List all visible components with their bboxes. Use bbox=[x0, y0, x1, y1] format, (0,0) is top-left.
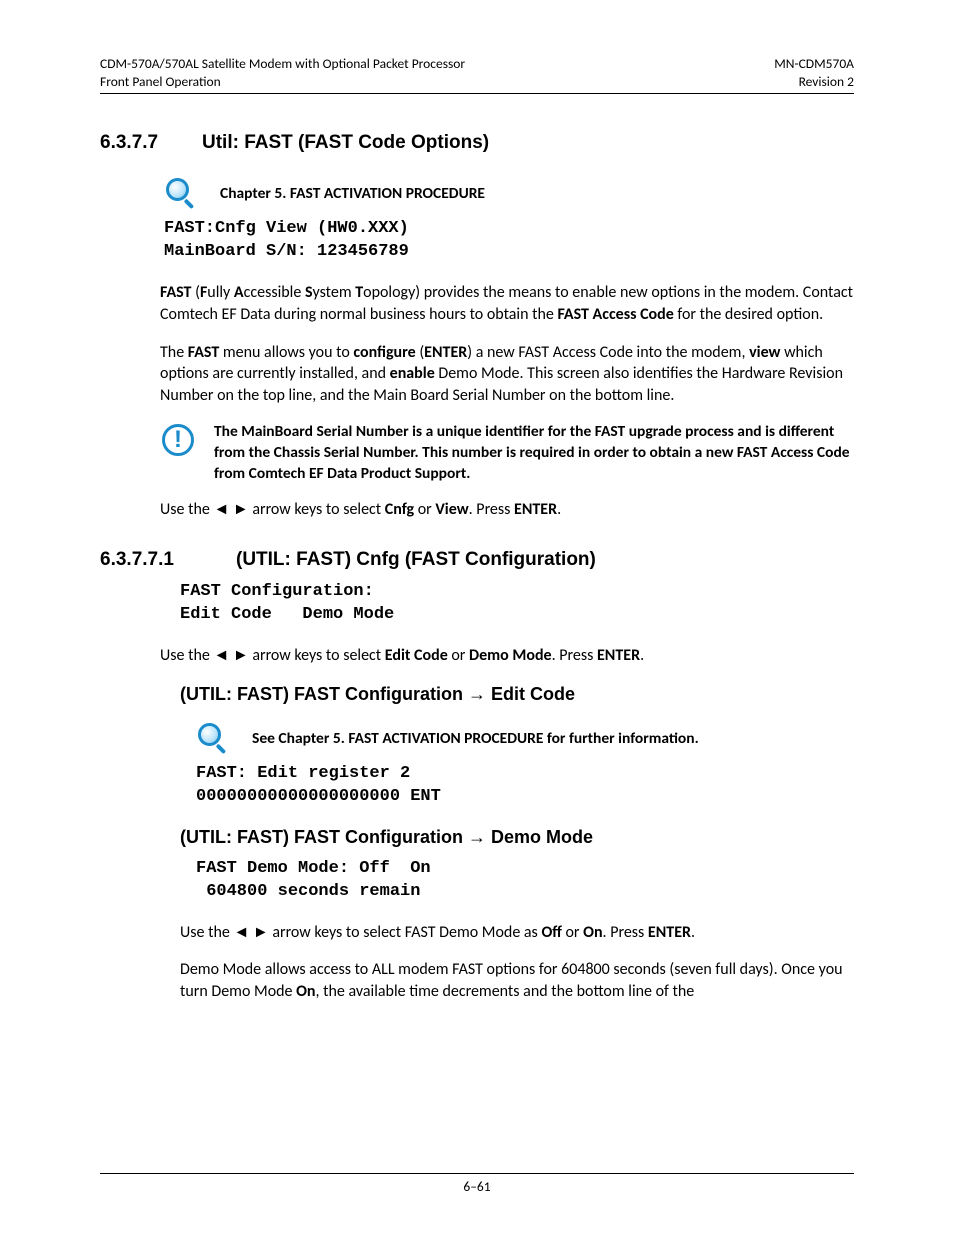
text: ) a new FAST Access Code into the modem, bbox=[467, 343, 749, 362]
para-use-arrows-demo: Use the ◄ ► arrow keys to select FAST De… bbox=[180, 922, 854, 944]
magnifier-icon bbox=[196, 721, 230, 755]
bold: Off bbox=[541, 923, 561, 942]
bold: view bbox=[749, 343, 780, 362]
bold: Demo Mode bbox=[469, 646, 552, 665]
text: Use the ◄ ► arrow keys to select bbox=[160, 646, 385, 665]
page-number: 6–61 bbox=[463, 1178, 490, 1195]
header-right: MN-CDM570A Revision 2 bbox=[774, 55, 854, 91]
bold: On bbox=[296, 982, 315, 1001]
note-chapter5-text: Chapter 5. FAST ACTIVATION PROCEDURE bbox=[220, 184, 485, 203]
heading-edit-code: (UTIL: FAST) FAST Configuration → Edit C… bbox=[180, 684, 854, 705]
text: . Press bbox=[603, 923, 648, 942]
lcd-demo-mode: FAST Demo Mode: Off On 604800 seconds re… bbox=[196, 858, 854, 904]
page-footer: 6–61 bbox=[100, 1173, 854, 1195]
para-fast-acronym: FAST (Fully Accessible System Topology) … bbox=[160, 282, 854, 325]
header-doc-id: MN-CDM570A bbox=[774, 55, 854, 73]
bold-text: FAST bbox=[160, 283, 191, 302]
para-use-arrows-edit: Use the ◄ ► arrow keys to select Edit Co… bbox=[160, 645, 854, 667]
text: ccessible bbox=[244, 283, 305, 302]
text: ystem bbox=[313, 283, 356, 302]
page: CDM-570A/570AL Satellite Modem with Opti… bbox=[0, 0, 954, 1235]
text: . bbox=[557, 500, 561, 519]
lcd-fast-configuration: FAST Configuration: Edit Code Demo Mode bbox=[180, 581, 854, 627]
header-revision: Revision 2 bbox=[774, 73, 854, 91]
text: ( bbox=[416, 343, 424, 362]
header-section: Front Panel Operation bbox=[100, 73, 465, 91]
page-header: CDM-570A/570AL Satellite Modem with Opti… bbox=[100, 55, 854, 94]
subsection-heading-cnfg: 6.3.7.7.1 (UTIL: FAST) Cnfg (FAST Config… bbox=[100, 549, 854, 571]
text: ( bbox=[191, 283, 199, 302]
text: . bbox=[691, 923, 695, 942]
bold-text: FAST Access Code bbox=[557, 305, 673, 324]
header-left: CDM-570A/570AL Satellite Modem with Opti… bbox=[100, 55, 465, 91]
note-see-chapter5-text: See Chapter 5. FAST ACTIVATION PROCEDURE… bbox=[252, 729, 699, 748]
note-see-chapter5: See Chapter 5. FAST ACTIVATION PROCEDURE… bbox=[196, 721, 854, 755]
text: . Press bbox=[469, 500, 514, 519]
bold: FAST bbox=[188, 343, 219, 362]
alert-mainboard: The MainBoard Serial Number is a unique … bbox=[160, 422, 854, 485]
note-chapter5: Chapter 5. FAST ACTIVATION PROCEDURE bbox=[164, 176, 854, 210]
bold: On bbox=[583, 923, 602, 942]
bold: ENTER bbox=[424, 343, 467, 362]
para-fast-menu: The FAST menu allows you to configure (E… bbox=[160, 342, 854, 407]
bold: enable bbox=[390, 364, 435, 383]
heading-demo-mode: (UTIL: FAST) FAST Configuration → Demo M… bbox=[180, 827, 854, 848]
subsection-number: 6.3.7.7.1 bbox=[100, 549, 200, 571]
header-product: CDM-570A/570AL Satellite Modem with Opti… bbox=[100, 55, 465, 73]
text: The bbox=[160, 343, 188, 362]
bold: ENTER bbox=[514, 500, 557, 519]
section-heading-fast: 6.3.7.7 Util: FAST (FAST Code Options) bbox=[100, 132, 854, 154]
bold: ENTER bbox=[597, 646, 640, 665]
text: , the available time decrements and the … bbox=[316, 982, 695, 1001]
text: Use the ◄ ► arrow keys to select FAST De… bbox=[180, 923, 541, 942]
bold-text: T bbox=[355, 283, 363, 302]
text: for the desired option. bbox=[674, 305, 823, 324]
text: or bbox=[414, 500, 435, 519]
para-demo-desc: Demo Mode allows access to ALL modem FAS… bbox=[180, 959, 854, 1002]
bold: Edit Code bbox=[385, 646, 448, 665]
text: . Press bbox=[552, 646, 597, 665]
para-use-arrows-cnfg: Use the ◄ ► arrow keys to select Cnfg or… bbox=[160, 499, 854, 521]
lcd-edit-register: FAST: Edit register 2 000000000000000000… bbox=[196, 763, 854, 809]
subsection-title: (UTIL: FAST) Cnfg (FAST Configuration) bbox=[236, 549, 596, 571]
text: Use the ◄ ► arrow keys to select bbox=[160, 500, 385, 519]
section-title: Util: FAST (FAST Code Options) bbox=[202, 132, 489, 154]
bold: View bbox=[435, 500, 468, 519]
magnifier-icon bbox=[164, 176, 198, 210]
bold-text: A bbox=[234, 283, 244, 302]
lcd-fast-cnfg: FAST:Cnfg View (HW0.XXX) MainBoard S/N: … bbox=[164, 218, 854, 264]
alert-mainboard-text: The MainBoard Serial Number is a unique … bbox=[214, 422, 854, 485]
bold: configure bbox=[353, 343, 415, 362]
bold: ENTER bbox=[648, 923, 691, 942]
text: . bbox=[640, 646, 644, 665]
text: or bbox=[448, 646, 469, 665]
alert-icon bbox=[160, 422, 196, 458]
bold-text: S bbox=[305, 283, 313, 302]
bold: Cnfg bbox=[385, 500, 414, 519]
text: or bbox=[562, 923, 583, 942]
text: menu allows you to bbox=[219, 343, 353, 362]
section-number: 6.3.7.7 bbox=[100, 132, 180, 154]
text: ully bbox=[207, 283, 234, 302]
